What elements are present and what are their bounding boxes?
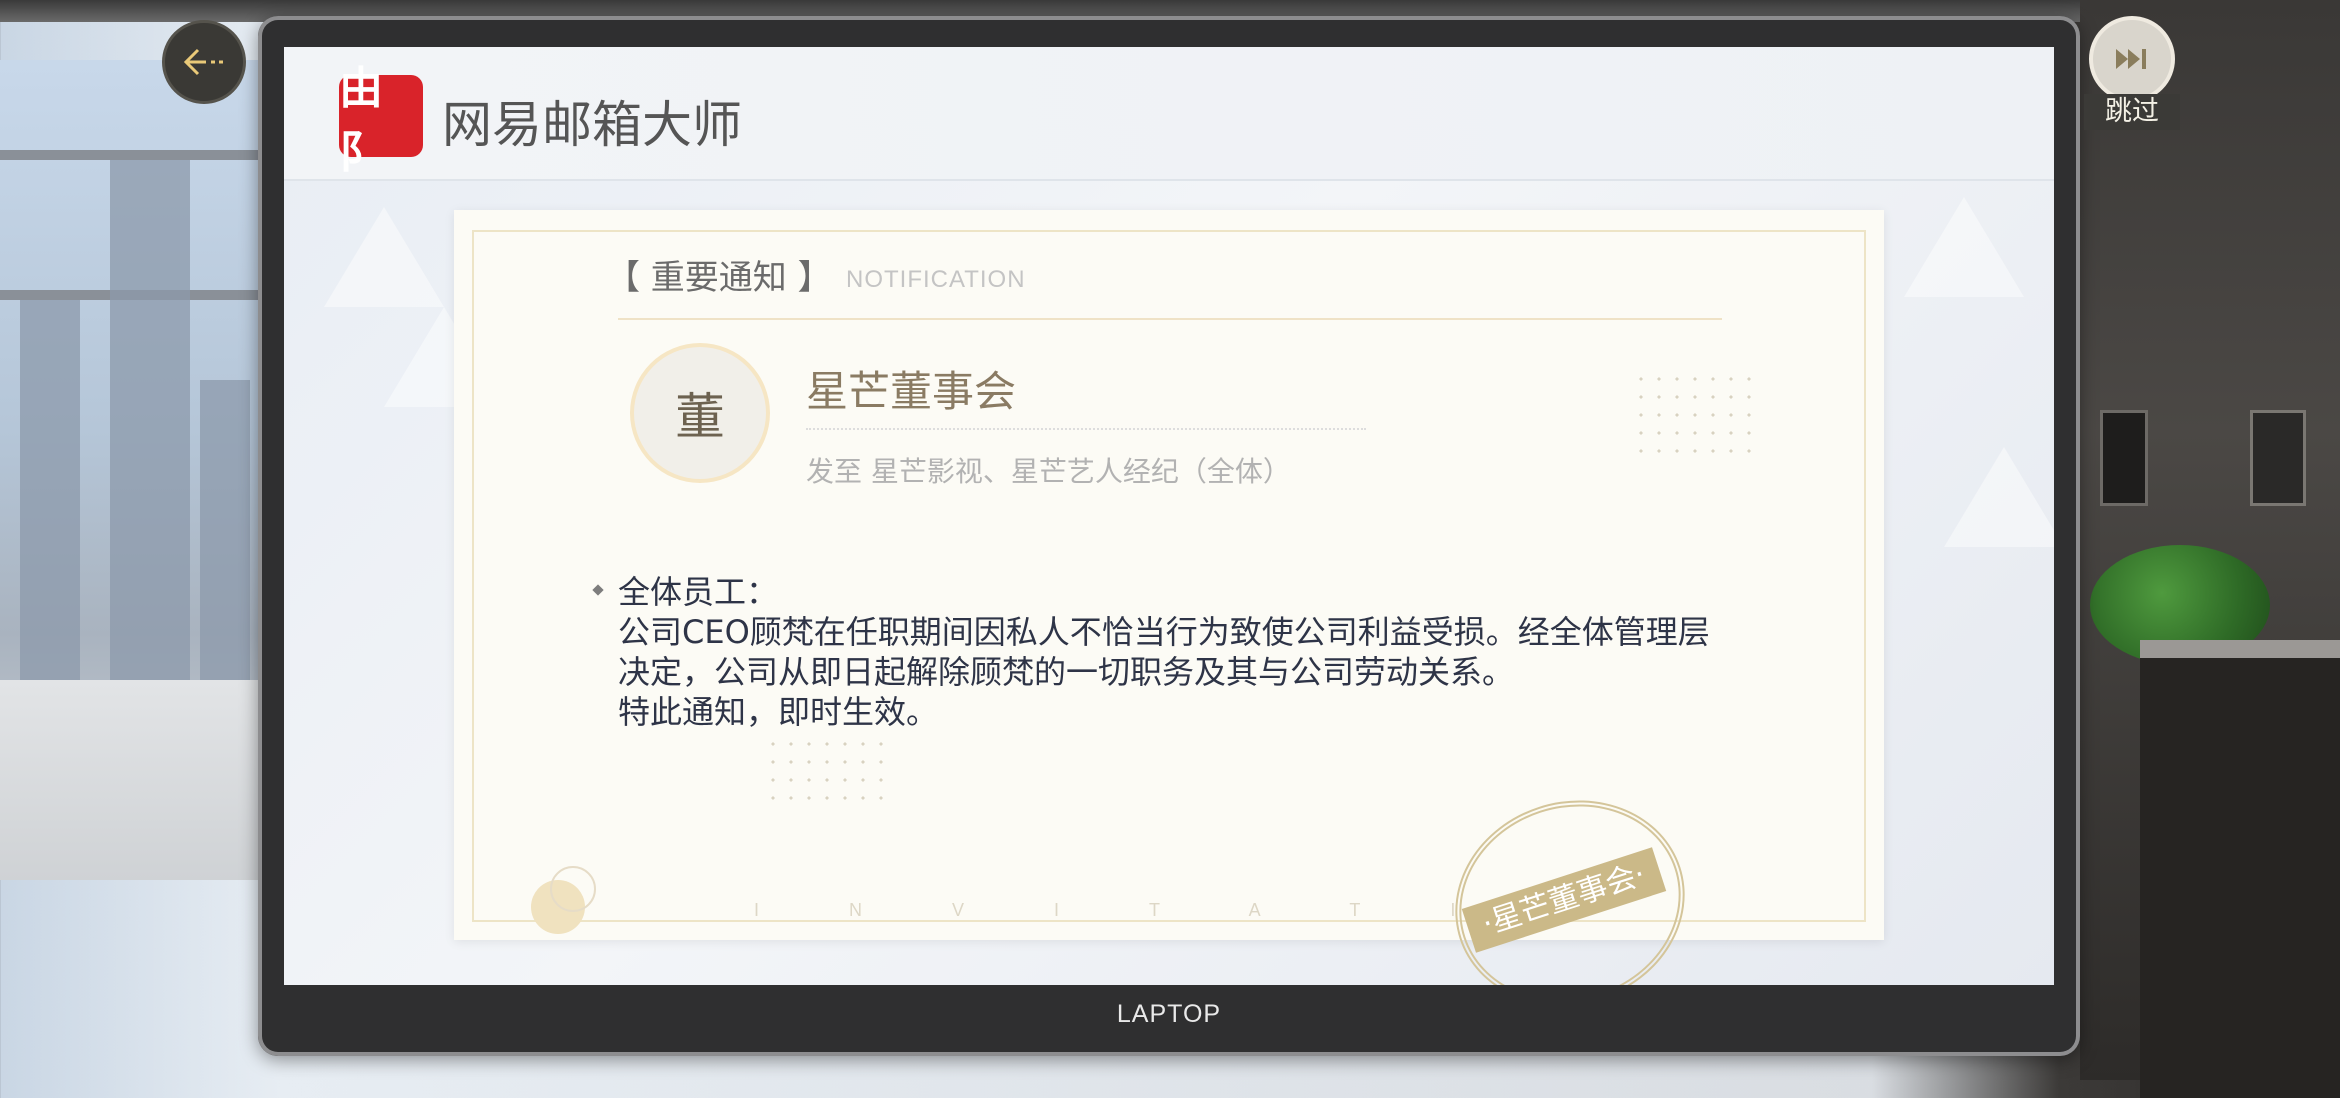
netease-mail-logo: 由阝 [339, 63, 423, 178]
email-paragraph: 公司CEO顾梵在任职期间因私人不恰当行为致使公司利益受损。经全体管理层决定，公司… [618, 613, 1710, 691]
app-title: 网易邮箱大师 [442, 96, 742, 154]
city-building [110, 160, 190, 680]
decor-circle [550, 866, 596, 912]
sender-divider [806, 428, 1366, 430]
floor [0, 680, 260, 880]
city-building [20, 300, 80, 680]
divider [618, 318, 1722, 320]
wall-frame [2100, 410, 2148, 506]
email-greeting: 全体员工： [618, 573, 779, 611]
fast-forward-icon [2116, 49, 2146, 69]
dot-pattern [764, 735, 894, 805]
laptop-label: LAPTOP [1116, 1000, 1222, 1028]
email-body: 全体员工： 公司CEO顾梵在任职期间因私人不恰当行为致使公司利益受损。经全体管理… [618, 572, 1718, 732]
laptop-screen: 由阝 网易邮箱大师 【 重要通知 】 NOTIFICATION 董 星芒董事会 … [284, 47, 2054, 985]
notice-title: 【 重要通知 】 [606, 258, 832, 298]
counter [2140, 640, 2340, 1098]
background-window [0, 60, 260, 880]
notice-subtitle: NOTIFICATION [846, 266, 1026, 293]
city-building [200, 380, 250, 680]
app-header: 由阝 网易邮箱大师 [284, 47, 2054, 181]
background-triangle [324, 207, 444, 307]
sender-name: 星芒董事会 [806, 367, 1017, 416]
back-arrow-icon [183, 48, 223, 76]
wall-frame [2250, 410, 2306, 506]
skip-circle[interactable] [2089, 16, 2175, 102]
logo-text: 由阝 [339, 63, 383, 178]
email-closing: 特此通知，即时生效。 [618, 693, 939, 731]
dot-pattern [1632, 370, 1762, 460]
skip-button[interactable]: 跳过 [2084, 16, 2180, 136]
background-triangle [1944, 447, 2054, 547]
window-frame-bar [0, 150, 260, 160]
sender-avatar: 董 [634, 347, 766, 479]
email-card: 【 重要通知 】 NOTIFICATION 董 星芒董事会 发至 星芒影视、星芒… [454, 210, 1884, 985]
back-button[interactable] [162, 20, 246, 104]
avatar-char: 董 [675, 388, 725, 446]
background-triangle [1904, 197, 2024, 297]
laptop: 由阝 网易邮箱大师 【 重要通知 】 NOTIFICATION 董 星芒董事会 … [258, 16, 2080, 1056]
recipients: 发至 星芒影视、星芒艺人经纪（全体） [806, 455, 1291, 488]
skip-label[interactable]: 跳过 [2084, 94, 2180, 130]
